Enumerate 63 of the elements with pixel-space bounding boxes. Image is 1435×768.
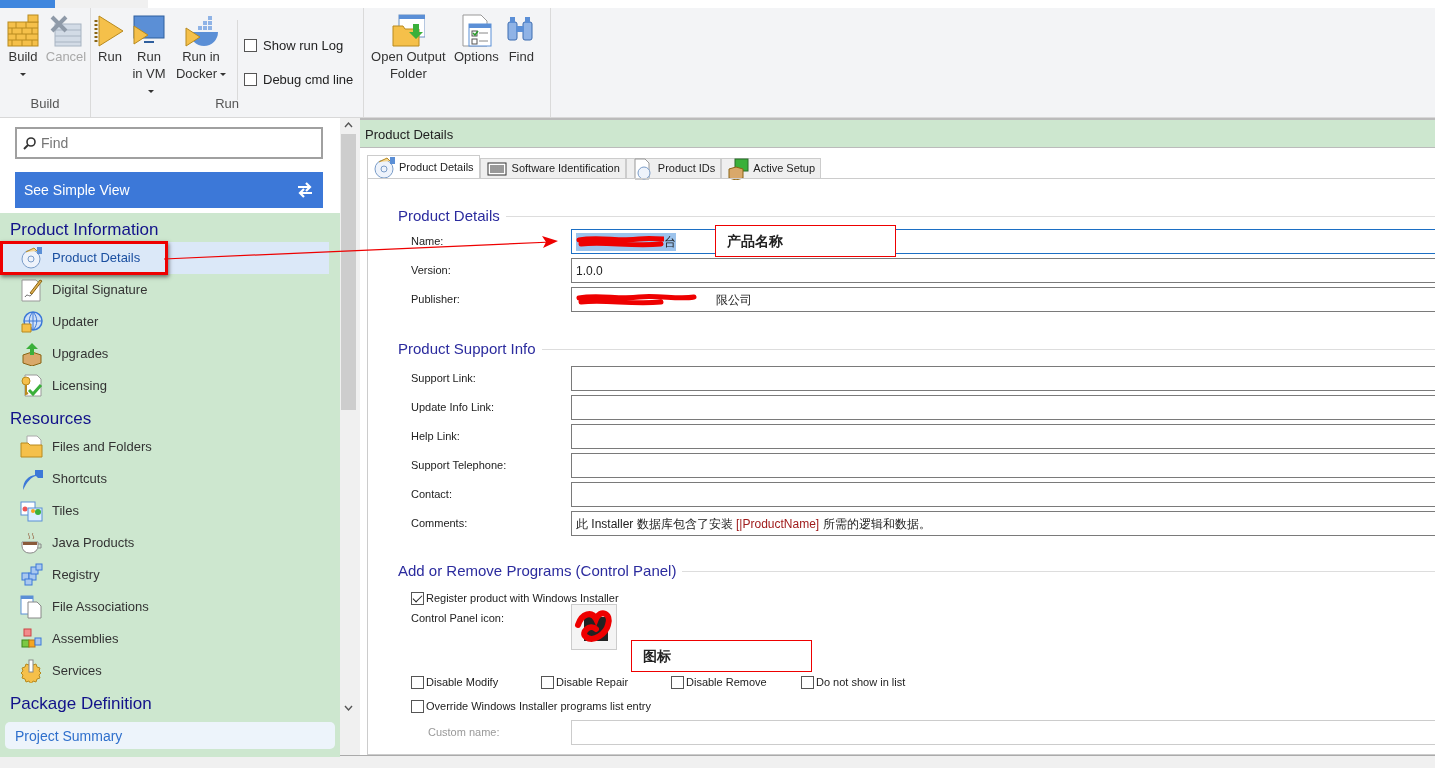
sidebar-item[interactable]: Registry — [0, 559, 329, 591]
text-field[interactable]: 1.0.0 — [571, 258, 1435, 283]
ribbon-button[interactable]: Build — [4, 14, 42, 76]
checkbox-label: Do not show in list — [816, 674, 906, 690]
sidebar-item[interactable]: Java Products — [0, 527, 329, 559]
ribbon-button[interactable]: Find — [504, 14, 539, 65]
section-heading: Package Definition — [9, 693, 153, 715]
field-label: Contact: — [411, 487, 453, 503]
sidebar-item[interactable]: Upgrades — [0, 338, 329, 370]
checkbox-label: Override Windows Installer programs list entry — [426, 698, 651, 714]
checkbox-label: Disable Modify — [426, 674, 499, 690]
checkbox-label: Show run Log — [263, 37, 344, 55]
project-summary-link[interactable]: Project Summary — [5, 722, 335, 749]
group-label: Run — [214, 95, 241, 112]
tab[interactable]: Active Setup — [721, 158, 822, 178]
field-label: Custom name: — [427, 725, 501, 741]
sidebar-item[interactable]: Assemblies — [0, 623, 329, 655]
sidebar-item[interactable]: Tiles — [0, 495, 329, 527]
field-label: Help Link: — [411, 429, 461, 445]
ribbon-button[interactable]: Options — [452, 14, 501, 65]
tab[interactable]: Product Details — [367, 155, 480, 178]
field-label: Comments: — [411, 516, 469, 532]
field-label: Publisher: — [411, 292, 461, 308]
ribbon-button[interactable]: Run in VM — [129, 14, 169, 99]
section-heading: Product Support Info — [398, 338, 536, 359]
section-heading: Add or Remove Programs (Control Panel) — [398, 560, 677, 581]
section-heading: Product Details — [398, 205, 500, 226]
ribbon-button[interactable]: Run — [95, 14, 125, 65]
sidebar-item[interactable]: File Associations — [0, 591, 329, 623]
ribbon-button[interactable]: Run in Docker — [173, 14, 229, 82]
group-label: Build — [29, 95, 61, 112]
section-heading: Resources — [9, 408, 93, 430]
field-label: Name: — [411, 234, 445, 250]
field-label: Support Telephone: — [411, 458, 508, 474]
sidebar-item[interactable]: Updater — [0, 306, 329, 338]
annotation-box: 图标 — [631, 640, 812, 672]
checkbox-label: Disable Remove — [686, 674, 767, 690]
text-field[interactable]: 限公司 — [571, 287, 1435, 312]
sidebar-item[interactable]: Licensing — [0, 370, 329, 402]
checkbox-label: Register product with Windows Installer — [426, 590, 619, 606]
comments-field[interactable]: 此 Installer 数据库包含了安装 [|ProductName] 所需的逻辑和数据。 — [571, 511, 1435, 536]
section-heading: Product Information — [9, 219, 160, 241]
tab[interactable]: Software Identification — [479, 158, 626, 178]
field-value: 台 — [664, 233, 676, 251]
sidebar-item[interactable]: Services — [0, 655, 329, 687]
field-label: Version: — [411, 263, 452, 279]
sidebar-item[interactable]: Files and Folders — [0, 431, 329, 463]
panel-title: Product Details — [360, 120, 1435, 148]
field-value: 限公司 — [716, 291, 752, 309]
field-label: Control Panel icon: — [411, 611, 505, 626]
search-field[interactable]: Find — [15, 127, 323, 159]
checkbox-label: Debug cmd line — [263, 70, 354, 89]
tab[interactable]: Product IDs — [625, 158, 722, 178]
field-label: Update Info Link: — [411, 400, 496, 416]
simple-view-button[interactable]: See Simple View — [15, 172, 323, 208]
annotation-box: 产品名称 — [715, 225, 896, 257]
sidebar-item[interactable]: Shortcuts — [0, 463, 329, 495]
field-value: 此 Installer 数据库包含了安装 [|ProductName] 所需的逻辑和数据。 — [576, 515, 931, 533]
checkbox-label: Disable Repair — [556, 674, 629, 690]
field-value: 1.0.0 — [576, 262, 603, 280]
sidebar-item[interactable]: Digital Signature — [0, 274, 329, 306]
ribbon-button[interactable]: Open Output Folder — [368, 14, 449, 82]
field-label: Support Link: — [411, 371, 477, 387]
